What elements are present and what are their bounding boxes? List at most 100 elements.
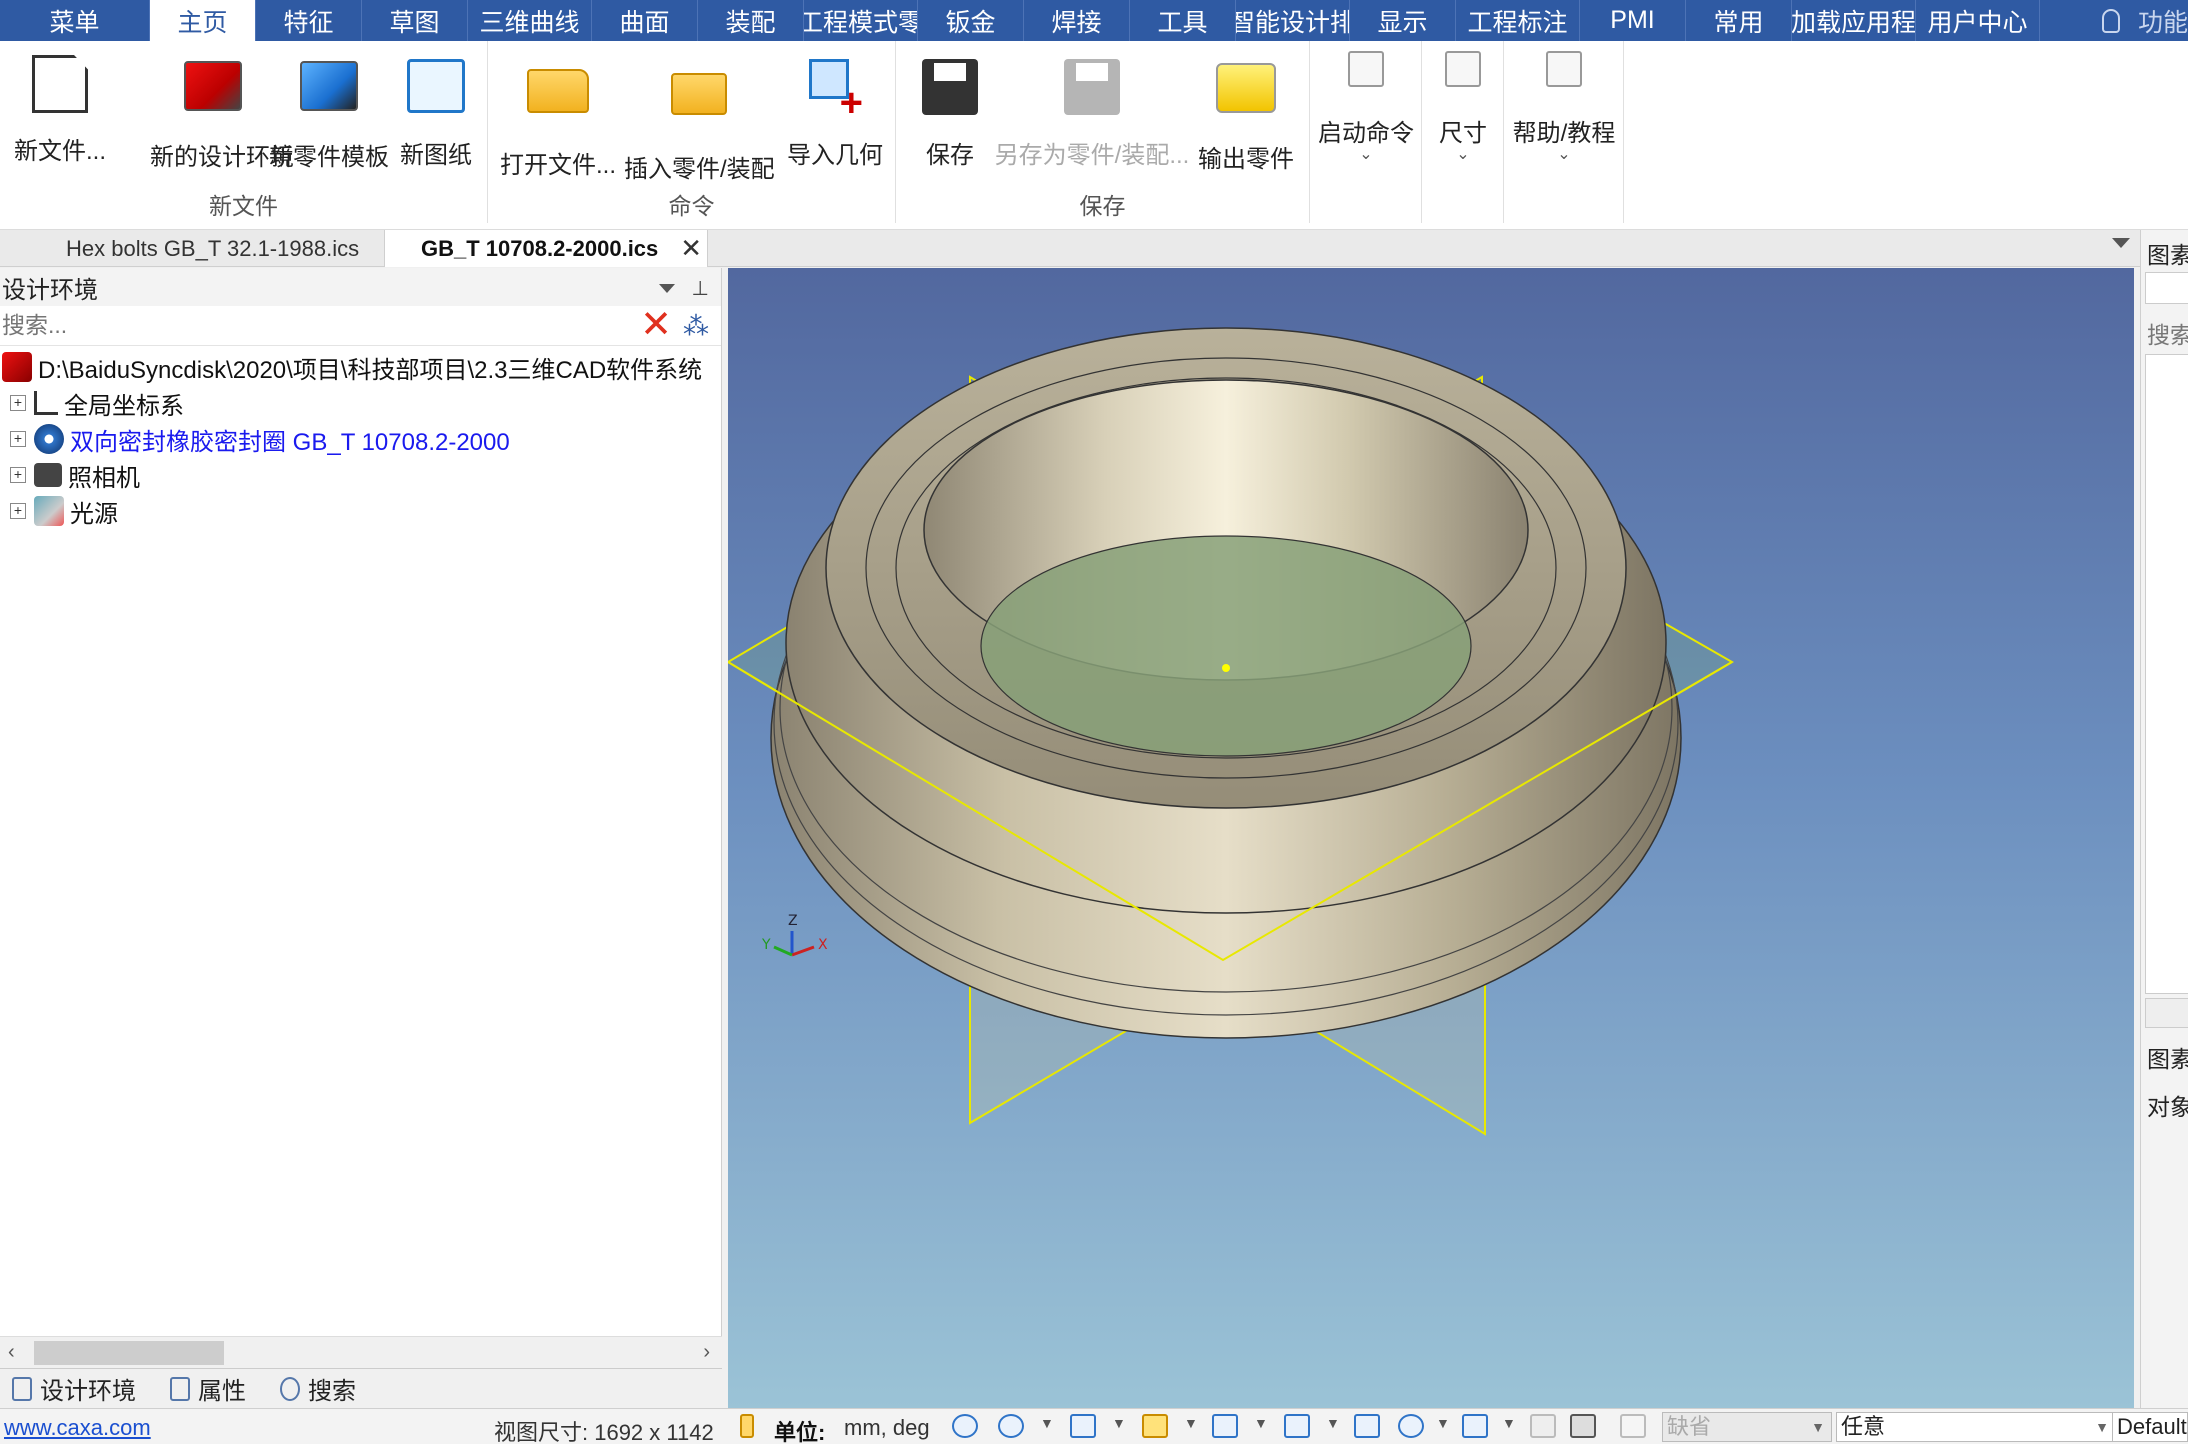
doc-tab-gb-t-10708[interactable]: GB_T 10708.2-2000.ics ✕ <box>384 230 708 267</box>
zoom-icon[interactable] <box>998 1414 1024 1438</box>
cube-view-icon[interactable] <box>1462 1414 1488 1438</box>
dimension-button[interactable]: 尺寸 ⌄ <box>1426 51 1500 163</box>
unit-value[interactable]: mm, deg <box>844 1415 930 1441</box>
scrollbar-thumb[interactable] <box>34 1341 224 1365</box>
view-orient-icon[interactable] <box>1070 1414 1096 1438</box>
zoom-fit-icon[interactable] <box>952 1414 978 1438</box>
drawing-icon <box>407 59 465 113</box>
menu-tab-common[interactable]: 常用 <box>1686 0 1792 41</box>
filter-any-select[interactable]: 任意 ▼ <box>1836 1412 2116 1442</box>
menu-tab-tools[interactable]: 工具 <box>1130 0 1236 41</box>
import-geometry-button[interactable]: + 导入几何 <box>784 55 886 170</box>
3d-viewport[interactable]: Z X Y <box>728 268 2134 1408</box>
catalog-view-button[interactable] <box>2145 272 2188 304</box>
glasses-icon[interactable] <box>1398 1414 1424 1438</box>
render-style-icon[interactable] <box>1142 1414 1168 1438</box>
origin-point[interactable] <box>1222 664 1230 672</box>
save-as-button[interactable]: 另存为零件/装配... <box>994 55 1190 170</box>
folder-icon <box>527 69 589 113</box>
chevron-down-icon[interactable]: ▼ <box>1112 1415 1126 1431</box>
expand-icon[interactable]: + <box>10 503 26 519</box>
filter-default-select[interactable]: 缺省 ▼ <box>1662 1412 1832 1442</box>
back-arrow-icon[interactable] <box>2145 998 2188 1028</box>
new-file-button[interactable]: 新文件... <box>14 55 106 166</box>
start-command-button[interactable]: 启动命令 ⌄ <box>1314 51 1418 163</box>
design-environment-panel: 设计环境 ⊥ ✕ ⁂ D:\BaiduSyncdisk\2020\项目\科技部项… <box>0 268 722 1408</box>
menu-tab-welding[interactable]: 焊接 <box>1024 0 1130 41</box>
chevron-down-icon[interactable]: ▼ <box>1436 1415 1450 1431</box>
scroll-left-icon[interactable]: ‹ <box>8 1341 15 1364</box>
menu-tab-user-center[interactable]: 用户中心 <box>1916 0 2040 41</box>
chevron-down-icon[interactable]: ▼ <box>1254 1415 1268 1431</box>
tab-overflow-icon[interactable] <box>2112 238 2130 248</box>
select-cursor-icon[interactable] <box>1570 1414 1596 1438</box>
section-icon[interactable] <box>1354 1414 1380 1438</box>
tab-search[interactable]: 搜索 <box>280 1371 356 1406</box>
part-template-icon <box>300 61 358 111</box>
menu-tab-assembly[interactable]: 装配 <box>698 0 804 41</box>
command-icon <box>1348 51 1384 87</box>
menu-tab-load-app[interactable]: 加载应用程 <box>1792 0 1916 41</box>
menu-tab-3d-curve[interactable]: 三维曲线 <box>468 0 592 41</box>
filter-tree-icon[interactable]: ⁂ <box>676 307 716 345</box>
save-button[interactable]: 保存 <box>918 55 982 170</box>
tab-properties[interactable]: 属性 <box>170 1371 246 1406</box>
ribbon-group-save: 保存 另存为零件/装配... 输出零件 保存 <box>896 41 1310 223</box>
menu-tab-pmi[interactable]: PMI <box>1580 0 1686 41</box>
doc-tab-hex-bolts[interactable]: Hex bolts GB_T 32.1-1988.ics <box>14 230 384 267</box>
open-file-button[interactable]: 打开文件... <box>500 55 616 180</box>
new-part-template-button[interactable]: 新零件模板 <box>268 55 390 172</box>
tree-item-light[interactable]: + 光源 <box>10 494 118 528</box>
catalog-search-label[interactable]: 搜索 <box>2147 316 2188 350</box>
menu-tab-annotation[interactable]: 工程标注 <box>1456 0 1580 41</box>
display-mode-icon[interactable] <box>1212 1414 1238 1438</box>
tree-search-input[interactable] <box>0 306 636 345</box>
transform-icon[interactable] <box>1284 1414 1310 1438</box>
axis-z-label: Z <box>788 913 798 929</box>
chevron-down-icon[interactable]: ▼ <box>1502 1415 1516 1431</box>
expand-icon[interactable]: + <box>10 467 26 483</box>
design-env-icon <box>2 352 32 382</box>
menu-tab-features[interactable]: 特征 <box>256 0 362 41</box>
expand-icon[interactable]: + <box>10 395 26 411</box>
scroll-right-icon[interactable]: › <box>703 1341 710 1364</box>
menu-tab-sheet-metal[interactable]: 钣金 <box>918 0 1024 41</box>
tree-item-global-coords[interactable]: + 全局坐标系 <box>10 386 184 420</box>
tree-item-root[interactable]: D:\BaiduSyncdisk\2020\项目\科技部项目\2.3三维CAD软… <box>2 350 702 384</box>
chevron-down-icon[interactable]: ▼ <box>1184 1415 1198 1431</box>
menu-tab-smart-design[interactable]: 智能设计排 <box>1236 0 1350 41</box>
menu-tab-surface[interactable]: 曲面 <box>592 0 698 41</box>
menu-tab-menu[interactable]: 菜单 <box>0 0 150 41</box>
ribbon: 新文件... 新的设计环境 新零件模板 新图纸 新文件 打开文件... 插入零件… <box>0 41 2188 230</box>
horizontal-scrollbar[interactable]: ‹ › <box>0 1336 722 1368</box>
light-icon <box>34 496 64 526</box>
menu-tab-display[interactable]: 显示 <box>1350 0 1456 41</box>
ruler-icon <box>740 1414 754 1438</box>
menu-tab-engineering-mode[interactable]: 工程模式零 <box>804 0 918 41</box>
chevron-down-icon[interactable]: ▼ <box>1040 1415 1054 1431</box>
chevron-down-icon[interactable] <box>659 284 675 293</box>
catalog-tab-elements[interactable]: 图素 <box>2147 1040 2188 1074</box>
new-design-env-button[interactable]: 新的设计环境 <box>150 55 294 172</box>
website-link[interactable]: www.caxa.com <box>4 1415 151 1441</box>
feature-search[interactable]: 功能 <box>2101 0 2188 41</box>
style-select[interactable]: Default <box>2112 1412 2188 1442</box>
menu-tab-home[interactable]: 主页 <box>150 0 256 41</box>
catalog-content[interactable] <box>2145 354 2188 994</box>
box-select-icon[interactable] <box>1620 1414 1646 1438</box>
tree-item-seal-ring[interactable]: + 双向密封橡胶密封圈 GB_T 10708.2-2000 <box>10 422 510 456</box>
export-part-button[interactable]: 输出零件 <box>1194 55 1298 174</box>
new-drawing-button[interactable]: 新图纸 <box>396 55 476 170</box>
help-tutorial-button[interactable]: 帮助/教程 ⌄ <box>1508 51 1620 163</box>
redo-icon[interactable] <box>1530 1414 1556 1438</box>
clear-search-icon[interactable]: ✕ <box>636 306 676 345</box>
expand-icon[interactable]: + <box>10 431 26 447</box>
pin-icon[interactable]: ⊥ <box>692 276 709 301</box>
insert-part-button[interactable]: 插入零件/装配 <box>624 55 775 184</box>
close-icon[interactable]: ✕ <box>680 233 702 264</box>
tree-item-camera[interactable]: + 照相机 <box>10 458 140 492</box>
menu-tab-sketch[interactable]: 草图 <box>362 0 468 41</box>
tab-design-environment[interactable]: 设计环境 <box>12 1371 136 1406</box>
chevron-down-icon[interactable]: ▼ <box>1326 1415 1340 1431</box>
axis-y-label: Y <box>761 937 771 953</box>
